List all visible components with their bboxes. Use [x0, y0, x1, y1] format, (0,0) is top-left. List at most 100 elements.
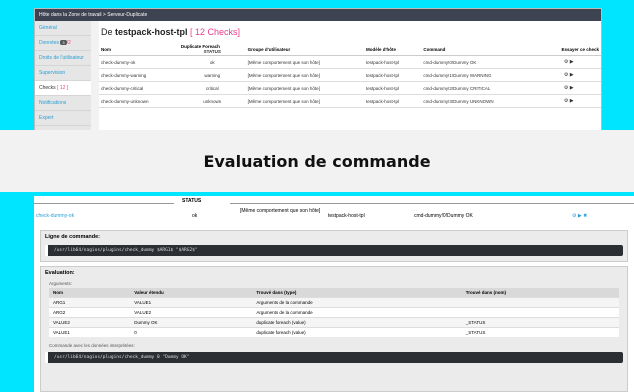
sidebar-item-label: Droits de l'utilisateur [39, 55, 84, 61]
sidebar-item-label: Checks [39, 85, 56, 91]
caption-title: Evaluation de commande [203, 151, 431, 171]
title-prefix: De [101, 27, 116, 37]
group-value: [Même comportement que son hôte] [245, 68, 364, 82]
col-dup-status: STATUS [203, 49, 221, 54]
table-row: check-dummy-warning warning [Même compor… [99, 68, 601, 82]
divider [34, 203, 174, 204]
action-icons[interactable]: ⚙ ▶ [536, 81, 601, 95]
model-value: testpack-host-tpl [363, 81, 422, 95]
command-value: cmd-dummy!2!Dummy CRITICAL [421, 81, 537, 95]
arg-name: VALUE1 [49, 327, 131, 337]
arg-source [461, 297, 619, 308]
cmdline-code: /usr/lib64/nagios/plugins/check_dummy $A… [45, 245, 623, 256]
sidebar-item-label: Général [39, 25, 57, 31]
arg-name: ARG2 [49, 307, 131, 318]
page-title: De testpack-host-tpl [ 12 Checks] [99, 21, 601, 43]
sidebar-item-droits[interactable]: Droits de l'utilisateur [35, 51, 91, 66]
cmdline-title: Ligne de commande: [45, 234, 101, 240]
command-value: cmd-dummy!1!Dummy WARNING [421, 68, 537, 82]
arg-name: ARG1 [49, 297, 131, 308]
table-row: VALUE2 Dummy OK duplicate foreach (value… [49, 317, 619, 328]
col-name[interactable]: Nom [99, 43, 179, 56]
action-icons[interactable]: ⚙ ▶ ✖ [572, 213, 587, 219]
sidebar: Général Données 3/2 Droits de l'utilisat… [35, 21, 91, 130]
check-link[interactable]: check-dummy-ok [99, 55, 179, 69]
sidebar-item-notifications[interactable]: Notifications [35, 96, 91, 111]
action-icons[interactable]: ⚙ ▶ [536, 55, 601, 69]
sidebar-item-label: Supervision [39, 70, 66, 76]
table-row: ARG1 VALUE1 Arguments de la commande [49, 297, 619, 308]
table-row: VALUE1 0 duplicate foreach (value) _STAT… [49, 327, 619, 337]
bottom-screenshot-panel: STATUS check-dummy-ok ok [Même comportem… [34, 196, 634, 392]
arg-value: VALUE2 [130, 307, 253, 318]
top-screenshot-panel: Hôte dans la Zone de travail > Serveur-D… [34, 8, 602, 131]
args-table: Nom Valeur étendu Trouvé dans (type) Tro… [49, 288, 619, 337]
command-value: cmd-dummy!0!Dummy OK [421, 55, 537, 69]
check-link[interactable]: check-dummy-ok [36, 213, 74, 219]
col-dup[interactable]: Duplicate Foreach STATUS [178, 43, 246, 56]
col-model[interactable]: Modèle d'hôte [363, 43, 422, 56]
sidebar-item-expert[interactable]: Expert [35, 111, 91, 126]
interpreted-code: /usr/lib64/nagios/plugins/check_dummy 0 … [45, 352, 623, 363]
col-group[interactable]: Groupe d'utilisateur [245, 43, 364, 56]
arg-source: _STATUS [461, 327, 619, 337]
sidebar-item-checks[interactable]: Checks [ 12 ] [35, 81, 91, 96]
count-badge: [ 12 ] [57, 85, 69, 91]
col-arg-name: Nom [49, 288, 131, 298]
sidebar-item-label: Expert [39, 115, 54, 121]
arg-type: duplicate foreach (value) [252, 317, 462, 328]
arg-value: 0 [130, 327, 253, 337]
detail-row: STATUS check-dummy-ok ok [Même comportem… [34, 196, 634, 226]
table-row: check-dummy-ok ok [Même comportement que… [99, 55, 601, 69]
divider [230, 203, 634, 204]
arg-source [461, 307, 619, 318]
title-host: testpack-host-tpl [115, 27, 188, 37]
evaluation-section: Evaluation: Arguments: Nom Valeur étendu… [40, 266, 628, 392]
sidebar-item-label: Données [39, 40, 60, 46]
sidebar-item-general[interactable]: Général [35, 21, 91, 36]
arg-type: Arguments de la commande [252, 307, 462, 318]
arg-name: VALUE2 [49, 317, 131, 328]
arg-type: duplicate foreach (value) [252, 327, 462, 337]
cmdline-section: Ligne de commande: /usr/lib64/nagios/plu… [40, 230, 628, 262]
dup-value: ok [192, 213, 198, 219]
title-count: [ 12 Checks] [187, 27, 241, 37]
args-label: Arguments: [49, 281, 73, 286]
group-value: [Même comportement que son hôte] [245, 94, 364, 108]
arg-value: VALUE1 [130, 297, 253, 308]
col-command[interactable]: Command [421, 43, 537, 56]
dup-value: critical [178, 81, 246, 95]
interpreted-label: Commande avec les données interprétées: [49, 343, 135, 348]
action-icons[interactable]: ⚙ ▶ [536, 68, 601, 82]
main-content: De testpack-host-tpl [ 12 Checks] Nom Du… [99, 21, 601, 130]
sidebar-item-label: Notifications [39, 100, 67, 106]
check-link[interactable]: check-dummy-critical [99, 81, 179, 95]
caption-band: Evaluation de commande [0, 130, 634, 192]
table-row: check-dummy-unknown unknown [Même compor… [99, 94, 601, 108]
command-value: cmd-dummy!3!Dummy UNKNOWN [421, 94, 537, 108]
breadcrumb: Hôte dans la Zone de travail > Serveur-D… [35, 9, 601, 21]
model-value: testpack-host-tpl [328, 213, 365, 219]
sidebar-item-supervision[interactable]: Supervision [35, 66, 91, 81]
arg-type: Arguments de la commande [252, 297, 462, 308]
count-badge-suffix: /2 [66, 40, 71, 46]
status-header: STATUS [182, 198, 202, 204]
arg-source: _STATUS [461, 317, 619, 328]
sidebar-item-donnees[interactable]: Données 3/2 [35, 36, 91, 51]
arg-value: Dummy OK [130, 317, 253, 328]
command-value: cmd-dummy!0!Dummy OK [414, 213, 473, 219]
check-link[interactable]: check-dummy-warning [99, 68, 179, 82]
col-arg-source: Trouvé dans (nom) [461, 288, 619, 298]
group-value: [Même comportement que son hôte] [245, 81, 364, 95]
table-row: ARG2 VALUE2 Arguments de la commande [49, 307, 619, 318]
checks-table: Nom Duplicate Foreach STATUS Groupe d'uti… [99, 43, 601, 108]
dup-value: unknown [178, 94, 246, 108]
action-icons[interactable]: ⚙ ▶ [536, 94, 601, 108]
dup-value: ok [178, 55, 246, 69]
col-arg-type: Trouvé dans (type) [252, 288, 462, 298]
dup-value: warning [178, 68, 246, 82]
check-link[interactable]: check-dummy-unknown [99, 94, 179, 108]
model-value: testpack-host-tpl [363, 94, 422, 108]
table-row: check-dummy-critical critical [Même comp… [99, 81, 601, 95]
group-value: [Même comportement que son hôte] [245, 55, 364, 69]
